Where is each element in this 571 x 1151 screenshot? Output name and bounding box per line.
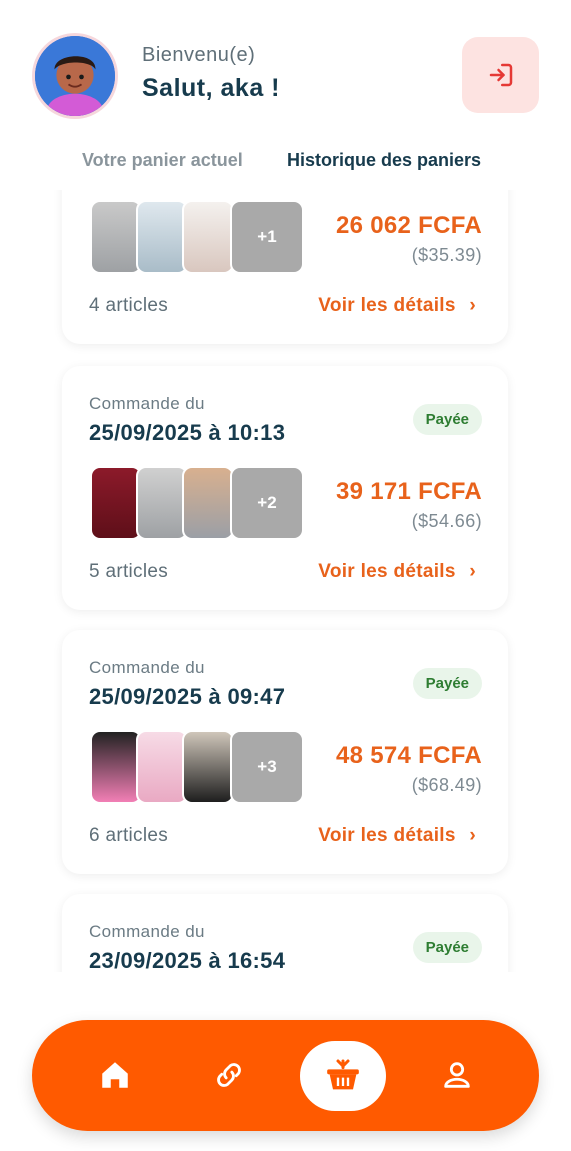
greeting-title: Salut, aka ! <box>142 74 280 102</box>
order-thumbnails: +1 <box>90 200 308 276</box>
product-thumbnail <box>182 730 234 804</box>
order-thumbnails: +2 <box>90 466 308 542</box>
header: Bienvenu(e) Salut, aka ! <box>0 0 571 140</box>
logout-button[interactable] <box>462 37 539 113</box>
more-items-count: +3 <box>230 730 304 804</box>
chevron-right-icon: › <box>469 561 476 582</box>
view-details-label: Voir les détails <box>318 295 456 316</box>
status-badge: Payée <box>412 404 482 435</box>
article-count: 6 articles <box>89 825 169 846</box>
tab-basket-history[interactable]: Historique des paniers <box>287 150 481 171</box>
basket-tabs: Votre panier actuel Historique des panie… <box>0 150 571 184</box>
greeting-subtitle: Bienvenu(e) <box>142 44 256 66</box>
chevron-right-icon: › <box>469 825 476 846</box>
order-thumbnails: +3 <box>90 730 308 806</box>
view-details-label: Voir les détails <box>318 561 456 582</box>
tab-current-basket[interactable]: Votre panier actuel <box>82 150 243 171</box>
product-thumbnail <box>136 730 188 804</box>
article-count: 4 articles <box>89 295 169 316</box>
home-icon <box>102 1062 128 1088</box>
product-thumbnail <box>90 200 142 274</box>
logout-icon <box>489 63 512 87</box>
order-price-usd: ($35.39) <box>411 245 482 265</box>
nav-basket[interactable] <box>300 1041 386 1111</box>
product-thumbnail <box>136 466 188 540</box>
avatar[interactable] <box>32 33 118 119</box>
product-thumbnail <box>90 466 142 540</box>
order-card[interactable]: Commande du 23/09/2025 à 16:54 Payée <box>62 894 508 972</box>
basket-icon <box>327 1059 359 1090</box>
product-thumbnail <box>136 200 188 274</box>
chevron-right-icon: › <box>469 295 476 316</box>
profile-icon <box>444 1062 470 1088</box>
view-details-link[interactable]: Voir les détails › <box>318 825 476 847</box>
status-badge: Payée <box>412 932 482 963</box>
more-items-count: +1 <box>230 200 304 274</box>
order-label: Commande du <box>89 658 205 677</box>
order-label: Commande du <box>89 922 205 941</box>
order-card[interactable]: +1 26 062 FCFA ($35.39) 4 articles Voir … <box>62 190 508 344</box>
order-price: 48 574 FCFA <box>335 742 482 769</box>
order-price-usd: ($68.49) <box>411 775 482 795</box>
product-thumbnail <box>90 730 142 804</box>
order-list[interactable]: +1 26 062 FCFA ($35.39) 4 articles Voir … <box>0 190 571 972</box>
more-items-count: +2 <box>230 466 304 540</box>
user-avatar-icon <box>35 36 115 116</box>
order-card[interactable]: Commande du 25/09/2025 à 09:47 Payée +3 … <box>62 630 508 874</box>
view-details-link[interactable]: Voir les détails › <box>318 295 476 317</box>
nav-home[interactable] <box>92 1052 138 1098</box>
view-details-link[interactable]: Voir les détails › <box>318 561 476 583</box>
order-price: 39 171 FCFA <box>335 478 482 505</box>
status-badge: Payée <box>412 668 482 699</box>
order-date: 25/09/2025 à 10:13 <box>89 420 286 445</box>
article-count: 5 articles <box>89 561 169 582</box>
link-icon <box>217 1063 241 1087</box>
order-date: 23/09/2025 à 16:54 <box>89 948 286 972</box>
nav-links[interactable] <box>206 1052 252 1098</box>
order-date: 25/09/2025 à 09:47 <box>89 684 286 709</box>
product-thumbnail <box>182 200 234 274</box>
bottom-navbar <box>32 1020 539 1131</box>
view-details-label: Voir les détails <box>318 825 456 846</box>
nav-profile[interactable] <box>434 1052 480 1098</box>
order-price-usd: ($54.66) <box>411 511 482 531</box>
product-thumbnail <box>182 466 234 540</box>
order-price: 26 062 FCFA <box>335 212 482 239</box>
order-card[interactable]: Commande du 25/09/2025 à 10:13 Payée +2 … <box>62 366 508 610</box>
order-label: Commande du <box>89 394 205 413</box>
